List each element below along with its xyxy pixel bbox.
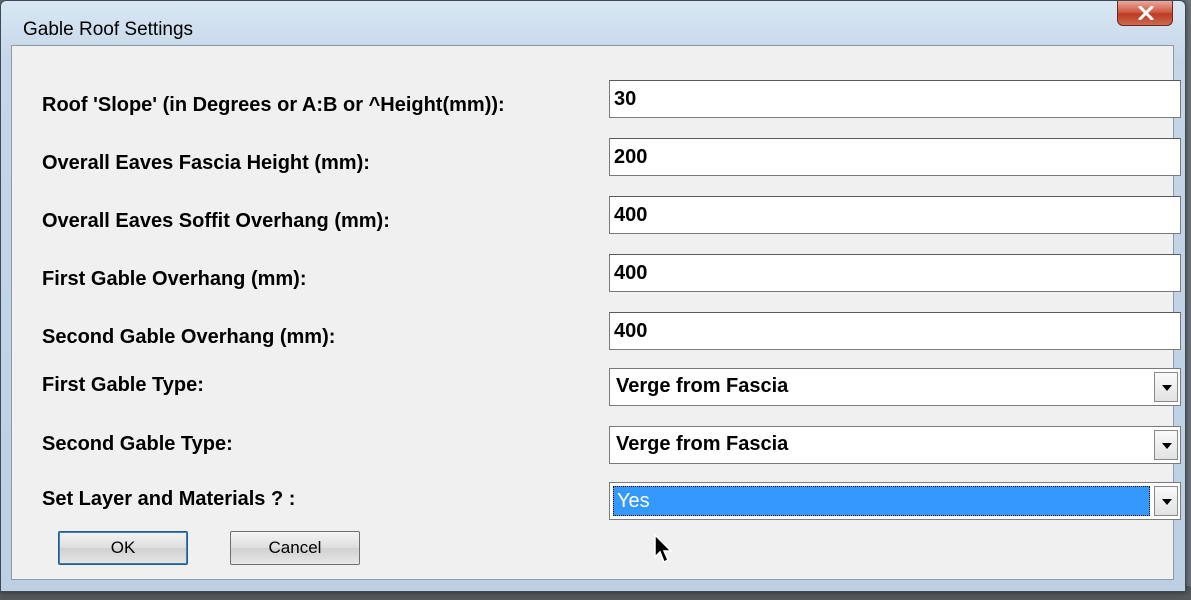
set-layer-materials-select[interactable]: Yes (609, 482, 1181, 520)
first-gable-overhang-input[interactable] (609, 254, 1181, 292)
first-gable-overhang-label: First Gable Overhang (mm): (42, 268, 307, 290)
first-gable-type-value: Verge from Fascia (616, 375, 789, 397)
second-gable-type-label: Second Gable Type: (42, 433, 233, 455)
second-gable-type-value: Verge from Fascia (616, 433, 789, 455)
second-gable-overhang-input[interactable] (609, 312, 1181, 350)
first-gable-type-dropdown-button[interactable] (1154, 372, 1178, 402)
close-icon (1138, 6, 1154, 20)
set-layer-materials-dropdown-button[interactable] (1154, 486, 1178, 516)
second-gable-overhang-label: Second Gable Overhang (mm): (42, 326, 336, 348)
second-gable-type-select[interactable]: Verge from Fascia (609, 426, 1181, 464)
cancel-button[interactable]: Cancel (230, 531, 360, 565)
chevron-down-icon (1162, 499, 1172, 505)
eaves-soffit-overhang-input[interactable] (609, 196, 1181, 234)
roof-slope-input[interactable] (609, 80, 1181, 118)
eaves-fascia-height-input[interactable] (609, 138, 1181, 176)
dialog-content: Roof 'Slope' (in Degrees or A:B or ^Heig… (11, 45, 1181, 580)
eaves-soffit-overhang-label: Overall Eaves Soffit Overhang (mm): (42, 210, 390, 232)
close-button[interactable] (1117, 1, 1173, 26)
first-gable-type-select[interactable]: Verge from Fascia (609, 368, 1181, 406)
set-layer-materials-label: Set Layer and Materials ? : (42, 488, 296, 510)
window-title: Gable Roof Settings (23, 19, 194, 40)
roof-slope-label: Roof 'Slope' (in Degrees or A:B or ^Heig… (42, 94, 505, 116)
chevron-down-icon (1162, 385, 1172, 391)
eaves-fascia-height-label: Overall Eaves Fascia Height (mm): (42, 152, 370, 174)
first-gable-type-label: First Gable Type: (42, 374, 204, 396)
ok-button[interactable]: OK (58, 531, 188, 565)
title-bar[interactable]: Gable Roof Settings (1, 1, 1185, 45)
mouse-pointer-icon (654, 533, 673, 564)
chevron-down-icon (1162, 443, 1172, 449)
set-layer-materials-value: Yes (613, 486, 1150, 516)
second-gable-type-dropdown-button[interactable] (1154, 430, 1178, 460)
gable-roof-settings-dialog: Gable Roof Settings Roof 'Slope' (in Deg… (0, 0, 1186, 592)
